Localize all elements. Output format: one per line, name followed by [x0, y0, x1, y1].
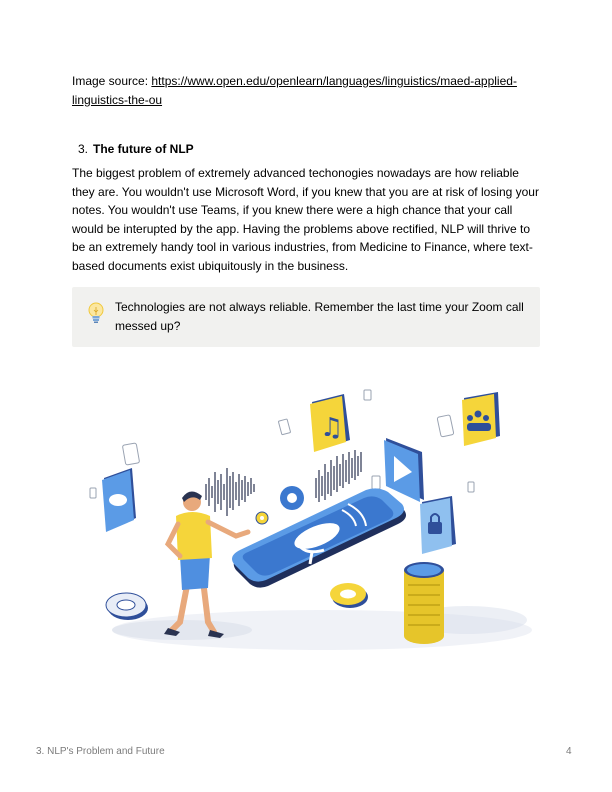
voice-assistant-illustration: ♫ — [89, 389, 532, 650]
gear-icon — [330, 583, 368, 608]
image-source-label: Image source: — [72, 74, 152, 88]
gear-icon — [255, 511, 269, 525]
gear-icon — [105, 592, 148, 620]
smart-speaker — [404, 562, 444, 644]
gear-icon — [280, 486, 304, 510]
video-app-tile — [384, 438, 424, 502]
document-page: Image source: https://www.open.edu/openl… — [0, 0, 612, 792]
sound-wave-right — [315, 450, 362, 502]
body-paragraph: The biggest problem of extremely advance… — [72, 166, 539, 273]
lock-icon — [428, 522, 442, 534]
image-source: Image source: https://www.open.edu/openl… — [72, 72, 542, 109]
chat-app-tile — [102, 468, 136, 532]
page-number: 4 — [566, 746, 572, 757]
callout-box: Technologies are not always reliable. Re… — [72, 287, 540, 347]
lock-app-tile — [420, 496, 456, 554]
section-title: The future of NLP — [93, 142, 194, 156]
sound-wave-left — [205, 468, 255, 516]
music-note-icon: ♫ — [320, 413, 343, 443]
footer-title: 3. NLP's Problem and Future — [36, 746, 165, 757]
people-icon — [467, 415, 473, 421]
callout-text: Technologies are not always reliable. Re… — [115, 300, 524, 333]
music-app-tile: ♫ — [310, 394, 350, 452]
lightbulb-icon — [88, 302, 104, 323]
section-heading: 3. The future of NLP — [78, 141, 194, 157]
section-number: 3. — [78, 142, 89, 156]
group-app-tile — [462, 392, 500, 446]
smartphone-microphone — [232, 488, 406, 588]
